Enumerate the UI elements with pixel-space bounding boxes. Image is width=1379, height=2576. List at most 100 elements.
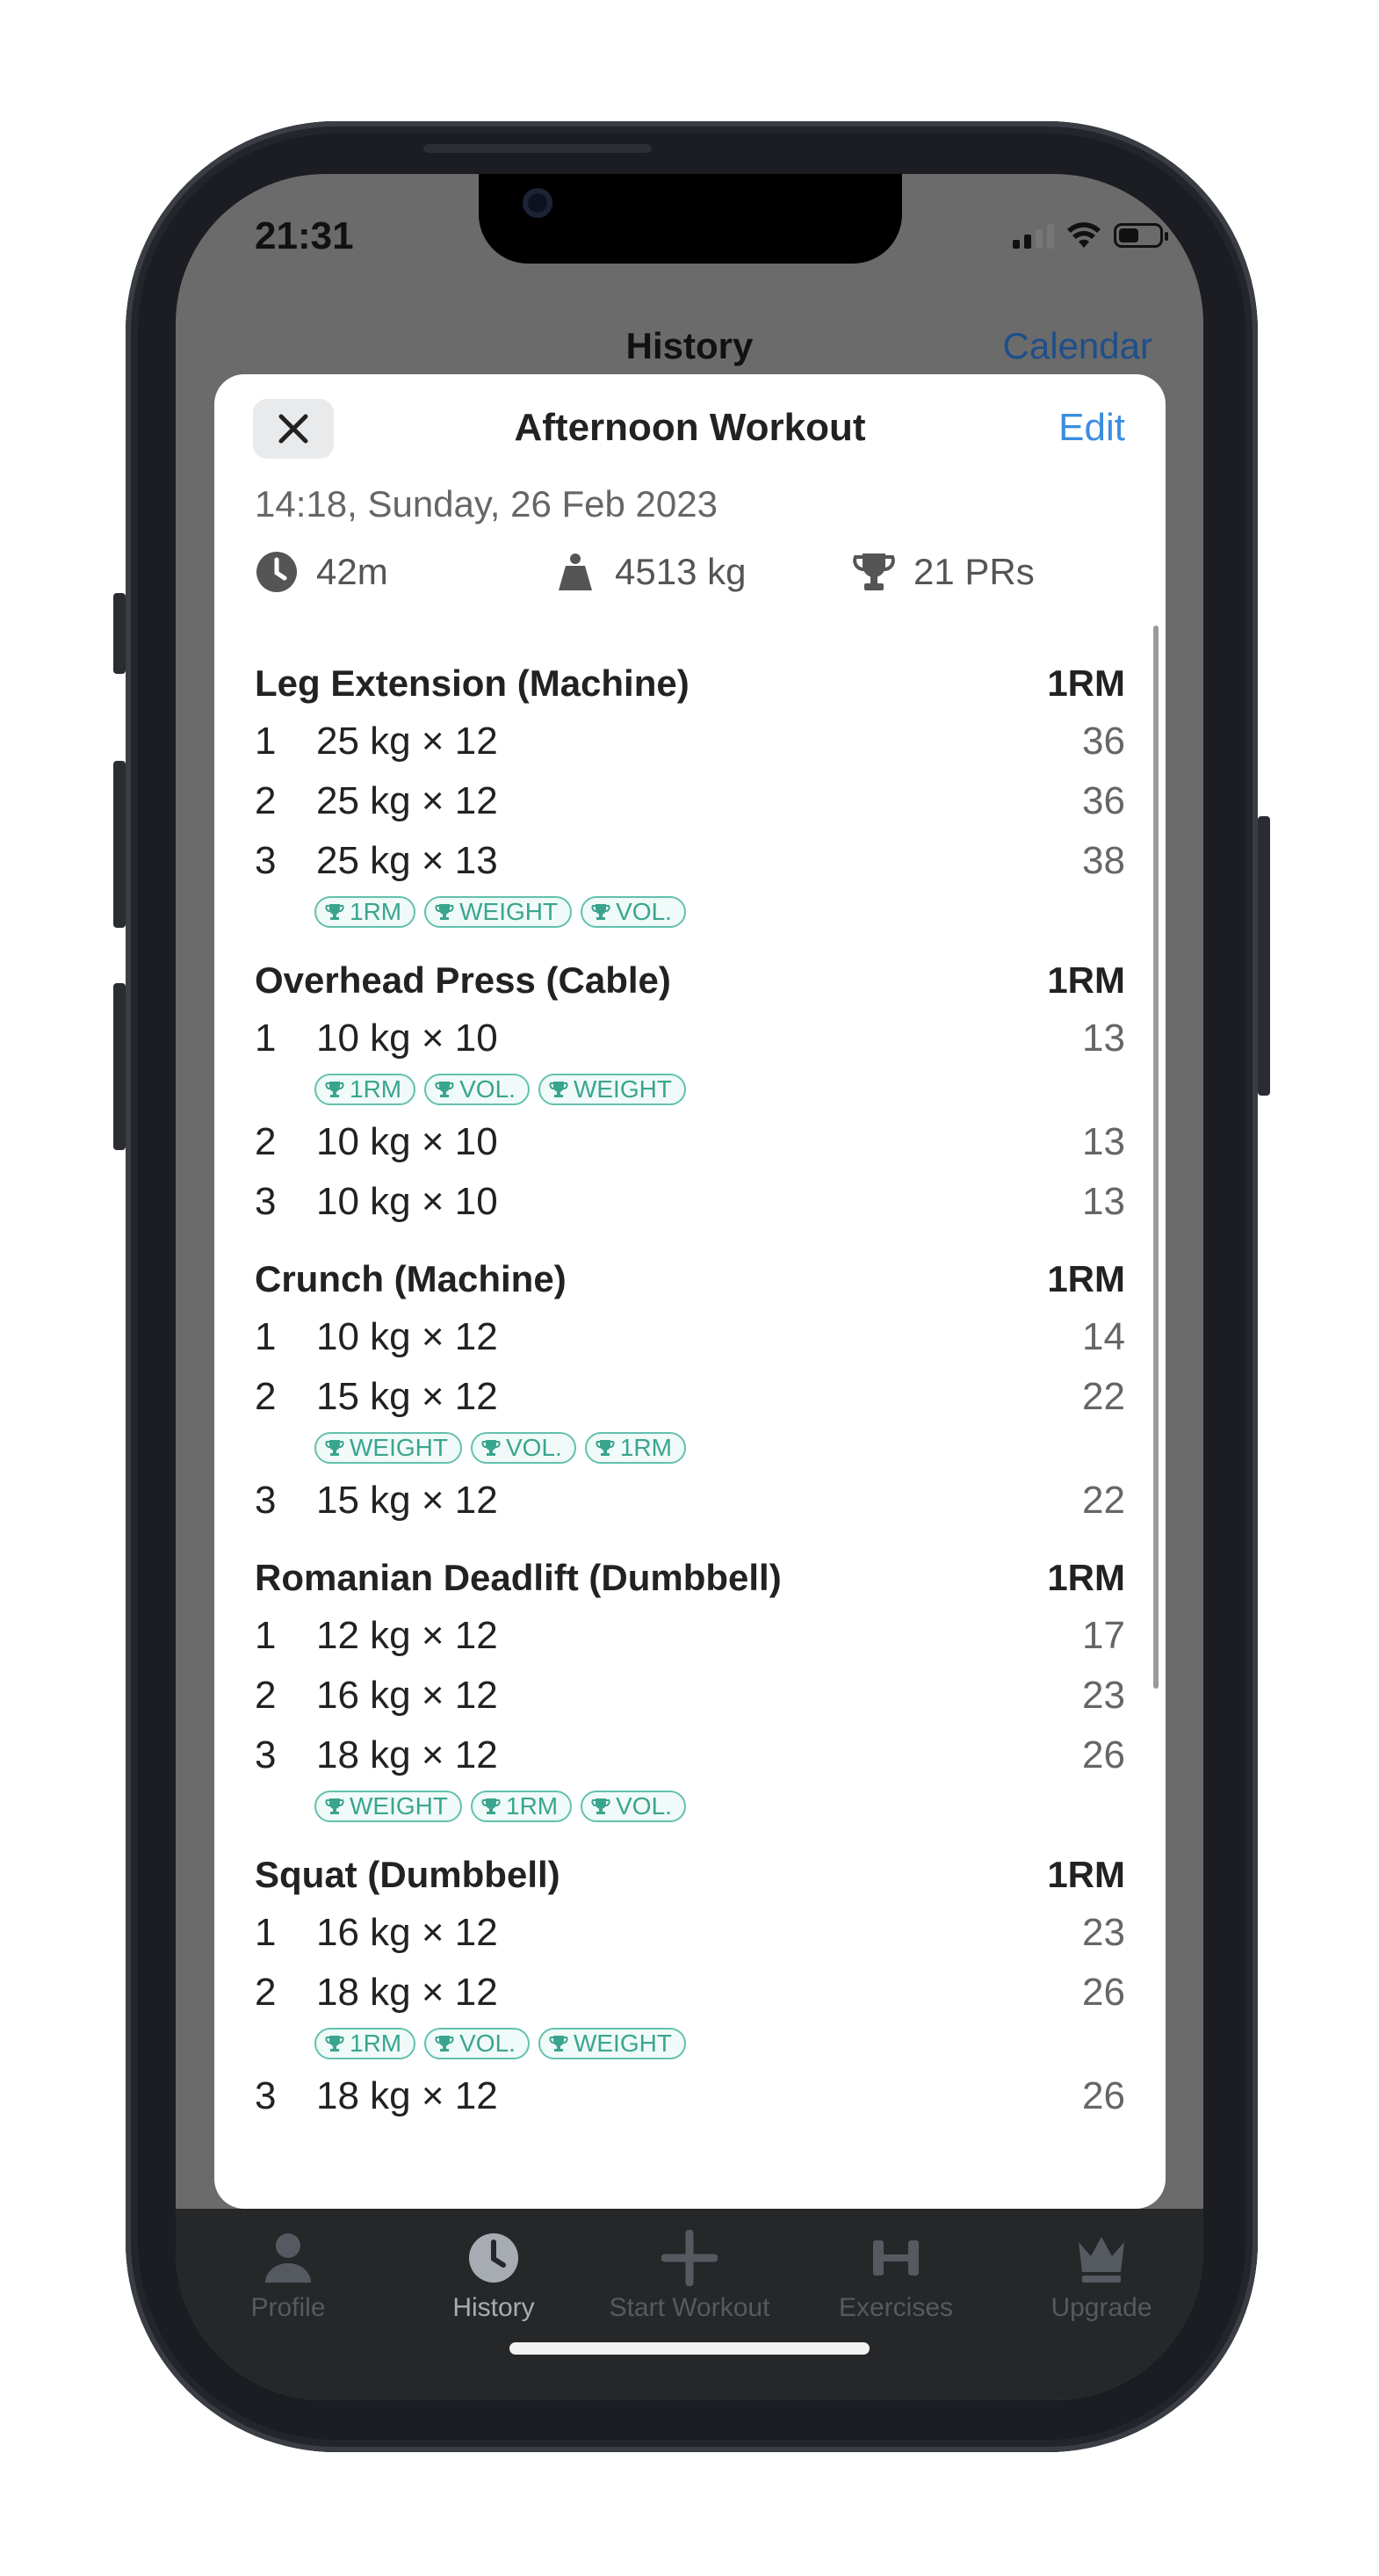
set-value: 25 kg × 12 [316, 720, 498, 763]
trophy-icon [549, 1082, 568, 1097]
trophy-icon [481, 1798, 501, 1814]
trophy-icon [435, 2036, 454, 2051]
set-value: 18 kg × 12 [316, 1733, 498, 1776]
set-row: 1 12 kg × 12 17 [255, 1606, 1125, 1666]
set-row: 3 18 kg × 12 26 [255, 2066, 1125, 2126]
plus-icon [661, 2230, 718, 2286]
exercise-name: Romanian Deadlift (Dumbbell) [255, 1557, 782, 1598]
trophy-icon [325, 904, 344, 920]
crown-icon [1079, 2237, 1124, 2283]
set-number: 2 [255, 779, 277, 822]
pr-badge: WEIGHT [538, 1074, 686, 1105]
clock-icon [256, 552, 297, 592]
status-time: 21:31 [255, 214, 354, 257]
pr-badges: 1RM VOL. WEIGHT [314, 2022, 1125, 2065]
tab-start-workout[interactable]: Start Workout [593, 2230, 786, 2323]
pr-badge-label: 1RM [350, 2030, 402, 2057]
prs-value: 21 PRs [913, 551, 1035, 592]
set-row: 3 18 kg × 12 26 [255, 1726, 1125, 1785]
set-row: 1 10 kg × 10 13 [255, 1009, 1125, 1068]
set-row: 2 16 kg × 12 23 [255, 1666, 1125, 1726]
set-one-rep-max: 23 [1082, 1674, 1125, 1717]
pr-badges: WEIGHT 1RM VOL. [314, 1785, 1125, 1827]
exercise-metric-label: 1RM [1047, 1258, 1125, 1299]
exercise-metric-label: 1RM [1047, 959, 1125, 1001]
exercise-header[interactable]: Overhead Press (Cable) 1RM [255, 952, 1125, 1009]
pr-badge-label: WEIGHT [350, 1792, 448, 1820]
set-number: 1 [255, 1017, 277, 1060]
set-row: 3 25 kg × 13 38 [255, 831, 1125, 891]
pr-badge-label: VOL. [616, 1792, 672, 1820]
exercise-name: Squat (Dumbbell) [255, 1854, 560, 1895]
exercise-header[interactable]: Squat (Dumbbell) 1RM [255, 1847, 1125, 1903]
set-value: 10 kg × 12 [316, 1315, 498, 1358]
set-row: 2 18 kg × 12 26 [255, 1963, 1125, 2022]
set-value: 18 kg × 12 [316, 2074, 498, 2117]
set-one-rep-max: 26 [1082, 1971, 1125, 2014]
exercise-metric-label: 1RM [1047, 1557, 1125, 1598]
set-row: 1 10 kg × 12 14 [255, 1307, 1125, 1367]
pr-badge-label: 1RM [350, 898, 402, 925]
pr-badge: WEIGHT [314, 1432, 462, 1464]
tab-profile[interactable]: Profile [191, 2230, 385, 2323]
exercise-header[interactable]: Leg Extension (Machine) 1RM [255, 655, 1125, 712]
pr-badge: WEIGHT [314, 1791, 462, 1822]
pr-badge: 1RM [314, 896, 416, 928]
trophy-icon [325, 1440, 344, 1456]
pr-badge-label: VOL. [459, 1075, 516, 1103]
trophy-icon [435, 1082, 454, 1097]
set-number: 1 [255, 1614, 277, 1657]
exercise-name: Overhead Press (Cable) [255, 959, 671, 1001]
set-one-rep-max: 26 [1082, 2074, 1125, 2117]
set-row: 3 10 kg × 10 13 [255, 1172, 1125, 1232]
set-one-rep-max: 38 [1082, 839, 1125, 882]
exercise-header[interactable]: Romanian Deadlift (Dumbbell) 1RM [255, 1550, 1125, 1606]
scrollbar[interactable] [1153, 626, 1159, 1689]
pr-badge-label: WEIGHT [573, 1075, 672, 1103]
set-number: 2 [255, 1120, 277, 1163]
tab-label: Exercises [838, 2293, 954, 2322]
set-value: 16 kg × 12 [316, 1674, 498, 1717]
trophy-icon [596, 1440, 615, 1456]
tab-history[interactable]: History [397, 2230, 590, 2323]
set-number: 2 [255, 1375, 277, 1418]
speaker-grill [423, 144, 652, 153]
set-one-rep-max: 17 [1082, 1614, 1125, 1657]
duration-value: 42m [316, 551, 388, 592]
pr-badge-label: 1RM [506, 1792, 559, 1820]
pr-badge: VOL. [471, 1432, 576, 1464]
set-number: 2 [255, 1674, 277, 1717]
set-one-rep-max: 26 [1082, 1733, 1125, 1776]
pr-badges: 1RM WEIGHT VOL. [314, 891, 1125, 933]
exercise-metric-label: 1RM [1047, 662, 1125, 704]
edit-button[interactable]: Edit [1058, 406, 1125, 450]
exercise-header[interactable]: Crunch (Machine) 1RM [255, 1251, 1125, 1307]
tab-upgrade[interactable]: Upgrade [1005, 2230, 1198, 2323]
pr-badge: 1RM [314, 2028, 416, 2059]
calendar-button[interactable]: Calendar [1003, 325, 1152, 367]
duration-stat: 42m [255, 550, 388, 594]
tab-label: Upgrade [1050, 2293, 1152, 2322]
volume-up-button [113, 761, 126, 928]
pr-badge: WEIGHT [538, 2028, 686, 2059]
set-value: 12 kg × 12 [316, 1614, 498, 1657]
set-one-rep-max: 13 [1082, 1120, 1125, 1163]
workout-title: Afternoon Workout [514, 406, 866, 449]
exercise-name: Crunch (Machine) [255, 1258, 567, 1299]
trophy-icon [591, 1798, 610, 1814]
set-row: 2 25 kg × 12 36 [255, 771, 1125, 831]
volume-value: 4513 kg [615, 551, 747, 592]
trophy-icon [435, 904, 454, 920]
tab-label: History [452, 2293, 535, 2322]
pr-badge-label: WEIGHT [350, 1434, 448, 1461]
set-one-rep-max: 22 [1082, 1375, 1125, 1418]
set-row: 1 16 kg × 12 23 [255, 1903, 1125, 1963]
set-number: 3 [255, 1180, 277, 1223]
set-value: 15 kg × 12 [316, 1375, 498, 1418]
set-number: 1 [255, 1315, 277, 1358]
weight-icon [559, 554, 592, 590]
tab-exercises[interactable]: Exercises [799, 2230, 993, 2323]
home-indicator[interactable] [509, 2342, 870, 2355]
set-number: 3 [255, 1733, 277, 1776]
set-one-rep-max: 36 [1082, 720, 1125, 763]
